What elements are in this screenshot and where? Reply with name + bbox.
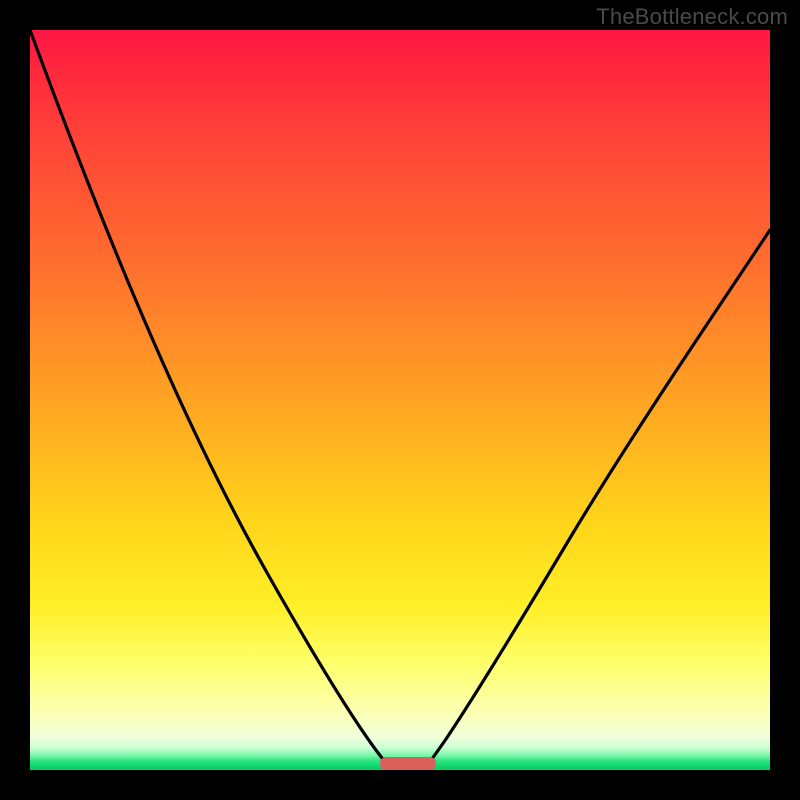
curve-right-branch xyxy=(424,230,770,770)
curve-left-branch xyxy=(30,30,392,770)
chart-frame: TheBottleneck.com xyxy=(0,0,800,800)
chart-plot-area xyxy=(30,30,770,770)
watermark-text: TheBottleneck.com xyxy=(596,4,788,30)
chart-curve xyxy=(30,30,770,770)
bottleneck-marker xyxy=(380,757,436,770)
